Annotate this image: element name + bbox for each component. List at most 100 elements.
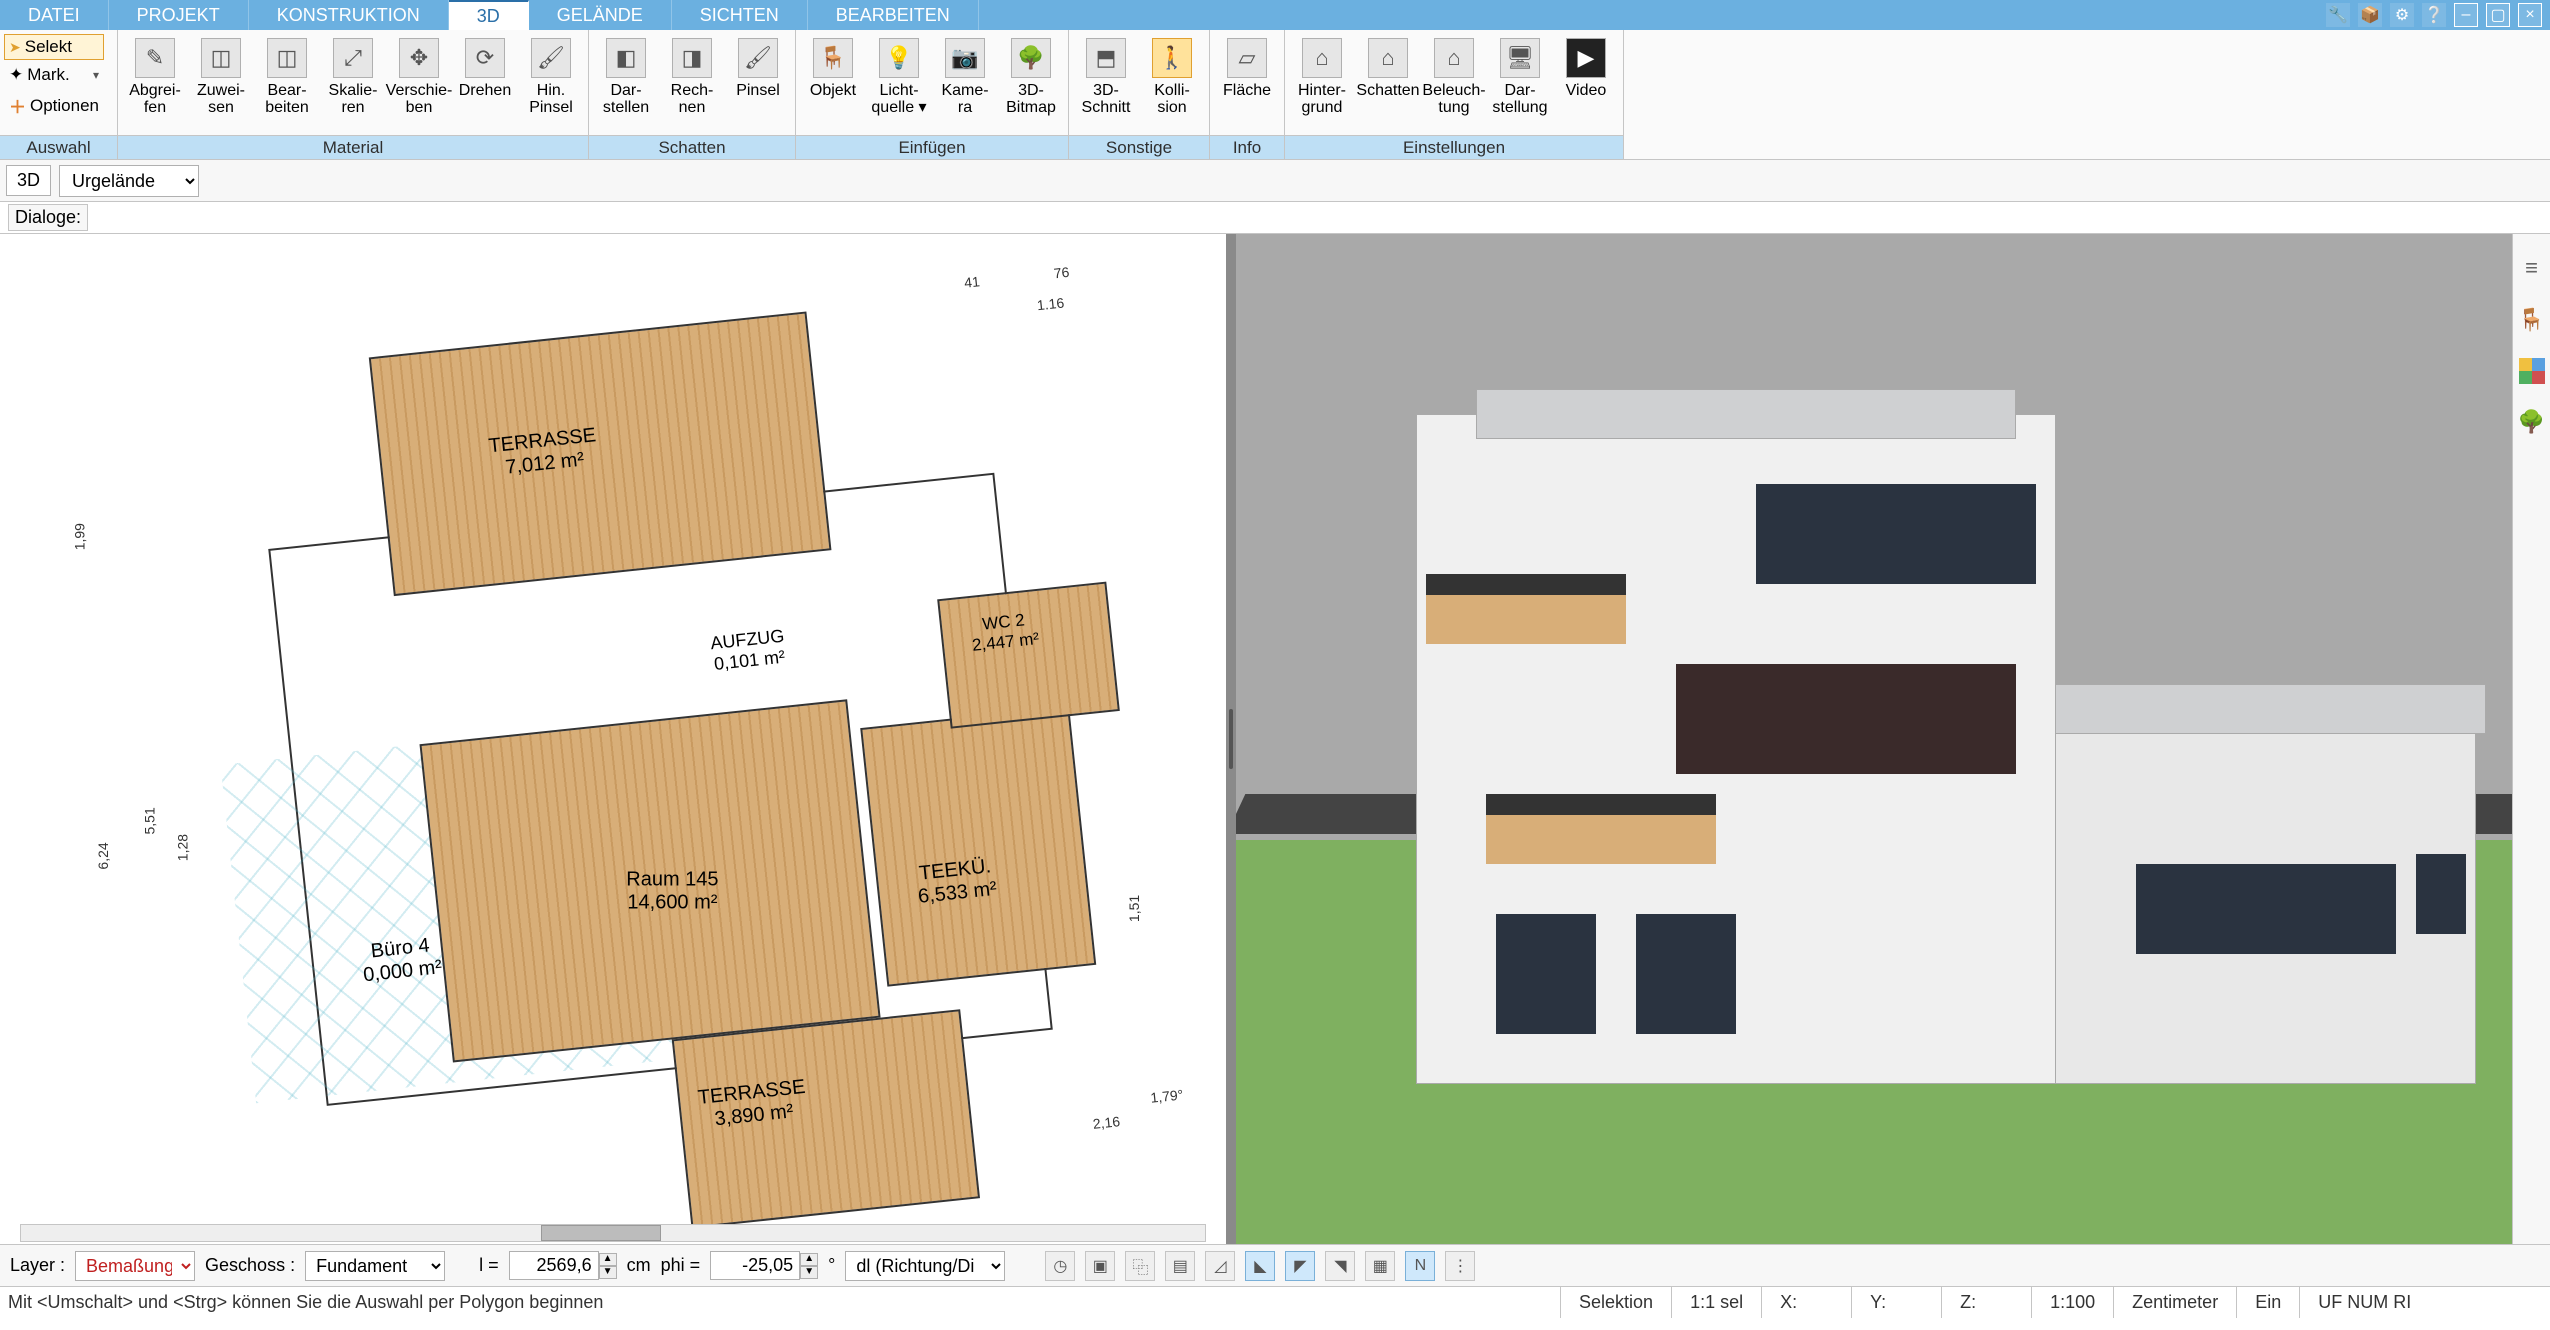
context-bar: 3D Urgelände: [0, 160, 2550, 202]
tool-copy-icon[interactable]: ⿻: [1125, 1251, 1155, 1281]
material-drehen-button[interactable]: ⟳Drehen: [454, 34, 516, 99]
dialoge-label: Dialoge:: [8, 204, 88, 231]
phi-down[interactable]: ▼: [800, 1266, 818, 1279]
maximize-button[interactable]: ▢: [2486, 3, 2510, 27]
length-up[interactable]: ▲: [599, 1253, 617, 1266]
minimize-button[interactable]: –: [2454, 3, 2478, 27]
floorplan-canvas[interactable]: TERRASSE 7,012 m² Büro 4 0,000 m² Raum 1…: [0, 234, 1226, 1244]
menu-tab-konstruktion[interactable]: KONSTRUKTION: [249, 0, 449, 30]
tool-icon[interactable]: 🔧: [2326, 3, 2350, 27]
einst-hintergrund-button[interactable]: ⌂Hinter- grund: [1291, 34, 1353, 116]
menu-tab-projekt[interactable]: PROJEKT: [109, 0, 249, 30]
sonstige-kollision-button[interactable]: 🚶Kolli- sion: [1141, 34, 1203, 116]
menu-tab-bearbeiten[interactable]: BEARBEITEN: [808, 0, 979, 30]
material-pinsel-button[interactable]: 🖌Hin. Pinsel: [520, 34, 582, 116]
tool-angle-icon[interactable]: ◿: [1205, 1251, 1235, 1281]
status-scale: 1:100: [2031, 1287, 2113, 1318]
schatten-rechnen-button[interactable]: ◨Rech- nen: [661, 34, 723, 116]
select-mode-button[interactable]: ➤Selekt: [4, 34, 104, 60]
material-abgreifen-button[interactable]: ✎Abgrei- fen: [124, 34, 186, 116]
status-z: Z:: [1941, 1287, 2031, 1318]
layer-select[interactable]: Bemaßung: [75, 1251, 195, 1281]
room-terrasse-1[interactable]: [369, 311, 832, 596]
info-flaeche-button[interactable]: ▱Fläche: [1216, 34, 1278, 99]
help-icon[interactable]: ❔: [2422, 3, 2446, 27]
menu-tab-3d[interactable]: 3D: [449, 0, 529, 30]
furniture-icon[interactable]: 🪑: [2518, 306, 2546, 334]
tool-more-icon[interactable]: ⋮: [1445, 1251, 1475, 1281]
dim-10: 1.16: [1036, 295, 1065, 314]
dim-5: 1,51: [1126, 895, 1142, 922]
room-teekue[interactable]: [860, 706, 1096, 987]
material-bearbeiten-button[interactable]: ◫Bear- beiten: [256, 34, 318, 116]
right-dock: ≡ 🪑 🌳: [2512, 234, 2550, 1244]
tree-icon[interactable]: 🌳: [2518, 408, 2546, 436]
hscroll-thumb[interactable]: [541, 1225, 661, 1241]
ribbon-caption-einfuegen: Einfügen: [796, 135, 1068, 159]
room-aufzug-label: AUFZUG 0,101 m²: [709, 626, 787, 676]
einst-video-button[interactable]: ▶Video: [1555, 34, 1617, 99]
einst-schatten-button[interactable]: ⌂Schatten: [1357, 34, 1419, 99]
gear-icon[interactable]: ⚙: [2390, 3, 2414, 27]
menu-tab-gelaende[interactable]: GELÄNDE: [529, 0, 672, 30]
roof-right: [2006, 684, 2486, 734]
view-2d-hscrollbar[interactable]: [20, 1224, 1206, 1242]
tool-snap2-icon[interactable]: ◤: [1285, 1251, 1315, 1281]
schatten-darstellen-button[interactable]: ◧Dar- stellen: [595, 34, 657, 116]
layer-select-top[interactable]: Urgelände: [59, 165, 199, 197]
room-wc2[interactable]: [937, 582, 1120, 729]
insert-objekt-button[interactable]: 🪑Objekt: [802, 34, 864, 99]
dialoge-bar: Dialoge:: [0, 202, 2550, 234]
ribbon-caption-info: Info: [1210, 135, 1284, 159]
phi-input[interactable]: [710, 1251, 800, 1280]
schatten-pinsel-button[interactable]: 🖌Pinsel: [727, 34, 789, 99]
einst-darstellung-button[interactable]: 🖥Dar- stellung: [1489, 34, 1551, 116]
view-mode-pill[interactable]: 3D: [6, 165, 51, 196]
layer-label: Layer :: [10, 1255, 65, 1276]
windows-right-2: [2416, 854, 2466, 934]
materials-icon[interactable]: [2519, 358, 2545, 384]
options-button[interactable]: ＋Optionen: [4, 90, 104, 121]
tool-layers-icon[interactable]: ▤: [1165, 1251, 1195, 1281]
status-sel: 1:1 sel: [1671, 1287, 1761, 1318]
ribbon-group-schatten: ◧Dar- stellen ◨Rech- nen 🖌Pinsel Schatte…: [589, 30, 796, 159]
room-wc2-label: WC 2 2,447 m²: [969, 609, 1040, 656]
box-icon[interactable]: 📦: [2358, 3, 2382, 27]
length-down[interactable]: ▼: [599, 1266, 617, 1279]
insert-kamera-button[interactable]: 📷Kame- ra: [934, 34, 996, 116]
close-button[interactable]: ×: [2518, 3, 2542, 27]
insert-lichtquelle-button[interactable]: 💡Licht- quelle ▾: [868, 34, 930, 116]
einst-beleuchtung-button[interactable]: ⌂Beleuch- tung: [1423, 34, 1485, 116]
tool-snap1-icon[interactable]: ◣: [1245, 1251, 1275, 1281]
sonstige-3dschnitt-button[interactable]: ⬒3D- Schnitt: [1075, 34, 1137, 116]
direction-select[interactable]: dl (Richtung/Di: [845, 1251, 1005, 1281]
tool-snap3-icon[interactable]: ◥: [1325, 1251, 1355, 1281]
status-bar: Mit <Umschalt> und <Strg> können Sie die…: [0, 1286, 2550, 1318]
ribbon-caption-material: Material: [118, 135, 588, 159]
windows-low-1: [1496, 914, 1596, 1034]
menu-tab-sichten[interactable]: SICHTEN: [672, 0, 808, 30]
ribbon: ➤Selekt ✦Mark.▾ ＋Optionen Auswahl ✎Abgre…: [0, 30, 2550, 160]
material-zuweisen-button[interactable]: ◫Zuwei- sen: [190, 34, 252, 116]
menu-tab-datei[interactable]: DATEI: [0, 0, 109, 30]
material-verschieben-button[interactable]: ✥Verschie- ben: [388, 34, 450, 116]
length-input[interactable]: [509, 1251, 599, 1280]
tool-screen-icon[interactable]: ▣: [1085, 1251, 1115, 1281]
view-3d[interactable]: [1236, 234, 2512, 1244]
room-raum145-label: Raum 145 14,600 m²: [626, 869, 718, 915]
tool-grid-icon[interactable]: ▦: [1365, 1251, 1395, 1281]
insert-3dbitmap-button[interactable]: 🌳3D- Bitmap: [1000, 34, 1062, 116]
layers-icon[interactable]: ≡: [2518, 254, 2546, 282]
tool-north-icon[interactable]: N: [1405, 1251, 1435, 1281]
mark-mode-button[interactable]: ✦Mark.▾: [4, 62, 104, 88]
tool-clock-icon[interactable]: ◷: [1045, 1251, 1075, 1281]
status-y: Y:: [1851, 1287, 1941, 1318]
window-controls: 🔧 📦 ⚙ ❔ – ▢ ×: [2326, 0, 2550, 30]
material-skalieren-button[interactable]: ⤢Skalie- ren: [322, 34, 384, 116]
view-2d[interactable]: TERRASSE 7,012 m² Büro 4 0,000 m² Raum 1…: [0, 234, 1226, 1244]
view-splitter[interactable]: [1226, 234, 1236, 1244]
geschoss-select[interactable]: Fundament: [305, 1251, 445, 1281]
phi-up[interactable]: ▲: [800, 1253, 818, 1266]
windows-mid: [1676, 664, 2016, 774]
status-mode: Selektion: [1560, 1287, 1671, 1318]
